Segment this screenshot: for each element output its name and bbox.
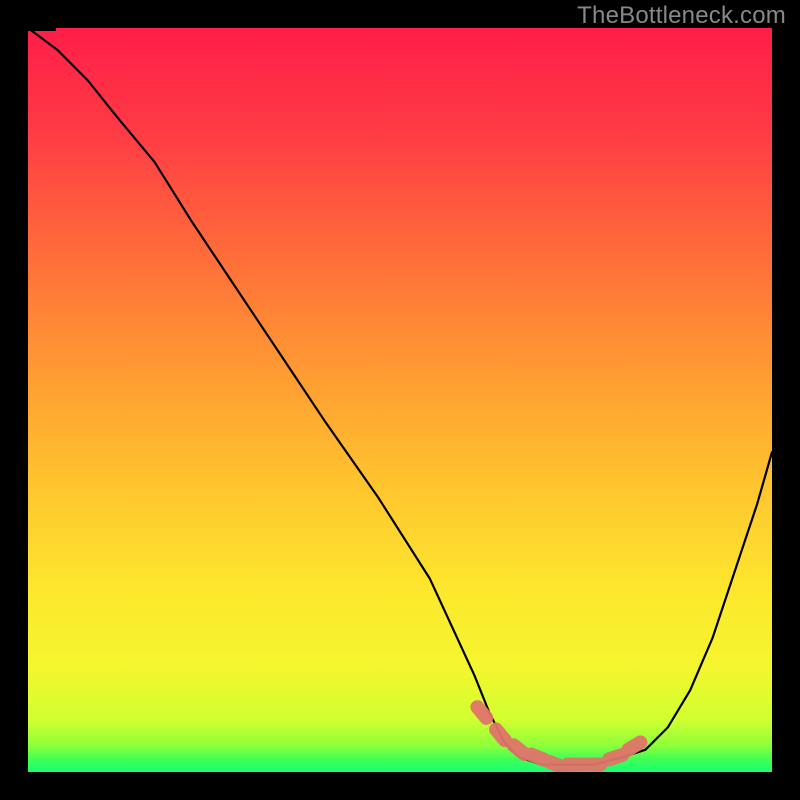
- gradient-background: [28, 28, 772, 772]
- watermark-label: TheBottleneck.com: [577, 2, 786, 30]
- top-left-notch: [28, 28, 56, 31]
- chart-svg: [28, 28, 772, 772]
- chart-plot-area: [28, 28, 772, 772]
